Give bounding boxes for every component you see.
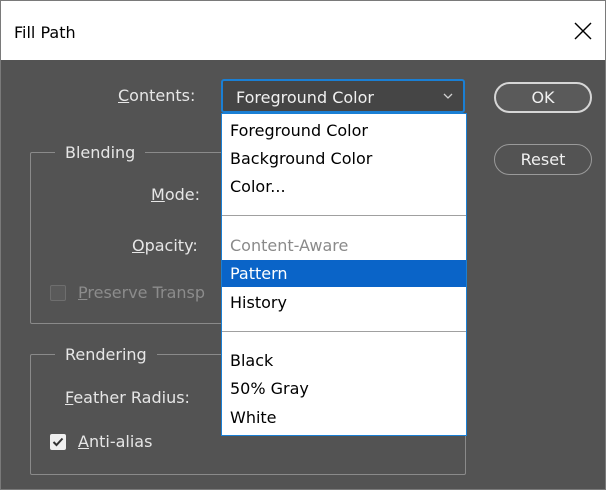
option-background-color[interactable]: Background Color [222,145,466,172]
option-history[interactable]: History [222,289,466,316]
anti-alias-label: Anti-alias [78,432,153,451]
fill-path-dialog: Fill Path Contents: Foreground Color OK … [0,0,606,490]
option-color[interactable]: Color... [222,173,466,200]
contents-select[interactable]: Foreground Color [221,79,465,113]
dialog-body: Contents: Foreground Color OK Reset Blen… [1,60,605,489]
dialog-title: Fill Path [14,23,76,42]
contents-label: Contents: [118,86,196,105]
opacity-label: Opacity: [132,236,198,255]
dropdown-separator [222,331,466,332]
checkmark-icon [52,437,64,447]
contents-selected-value: Foreground Color [236,88,374,107]
option-pattern[interactable]: Pattern [222,260,466,287]
title-bar: Fill Path [1,1,605,60]
feather-radius-label: Feather Radius: [65,388,190,407]
rendering-group-title: Rendering [55,345,157,364]
reset-button[interactable]: Reset [494,144,592,175]
option-black[interactable]: Black [222,347,466,374]
mode-label: Mode: [151,185,200,204]
option-white[interactable]: White [222,404,466,431]
anti-alias-checkbox[interactable] [50,434,66,450]
preserve-transparency-label: Preserve Transp [78,283,206,302]
close-button[interactable] [567,15,599,47]
dropdown-separator [222,215,466,216]
ok-button[interactable]: OK [494,82,592,113]
contents-dropdown-list: Foreground Color Background Color Color.… [221,113,467,436]
option-foreground-color[interactable]: Foreground Color [222,117,466,144]
close-icon [574,22,592,40]
option-50-gray[interactable]: 50% Gray [222,375,466,402]
option-content-aware: Content-Aware [230,236,349,255]
blending-group-title: Blending [55,143,146,162]
chevron-down-icon [443,93,453,99]
preserve-transparency-checkbox[interactable] [50,285,66,301]
